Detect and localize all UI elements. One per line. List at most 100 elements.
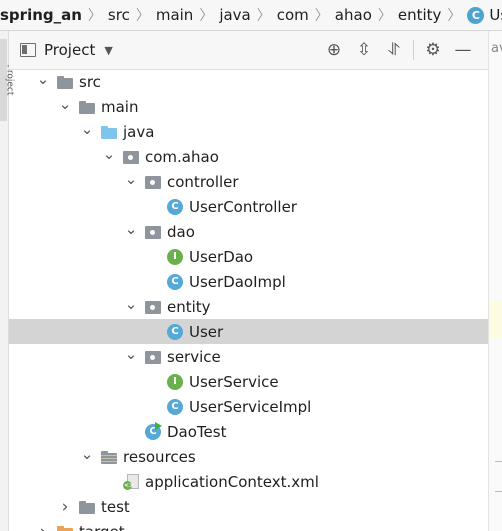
gutter-mark: [495, 491, 502, 492]
gutter-mark: [495, 461, 502, 462]
tree-node-label: resources: [123, 447, 196, 466]
tree-node-userdao[interactable]: I UserDao: [9, 244, 488, 269]
breadcrumb-item-src[interactable]: src: [108, 6, 130, 24]
class-icon: C: [166, 273, 184, 290]
breadcrumb-item-com[interactable]: com: [277, 6, 309, 24]
tree-node-entity[interactable]: ⌄ entity: [9, 294, 488, 319]
chevron-down-icon[interactable]: ⌄: [124, 170, 138, 188]
tree-node-main[interactable]: ⌄ main: [9, 94, 488, 119]
interface-icon: I: [166, 248, 184, 265]
tree-node-java[interactable]: ⌄ java: [9, 119, 488, 144]
breadcrumb-separator-icon: 〉: [447, 8, 462, 24]
breadcrumb-separator-icon: 〉: [135, 8, 150, 24]
chevron-right-icon[interactable]: ›: [36, 522, 50, 531]
test-class-icon: C: [144, 421, 162, 440]
chevron-down-icon[interactable]: ⌄: [102, 145, 116, 163]
tree-node-label: controller: [167, 172, 239, 191]
folder-icon: [78, 99, 96, 115]
tree-node-com-ahao[interactable]: ⌄ com.ahao: [9, 144, 488, 169]
tree-node-userservice[interactable]: I UserService: [9, 369, 488, 394]
folder-icon: [56, 74, 74, 90]
breadcrumb-separator-icon: 〉: [256, 8, 271, 24]
tree-node-test[interactable]: › test: [9, 494, 488, 519]
breadcrumb-item-entity[interactable]: entity: [398, 6, 442, 24]
project-panel-header: Project ▼ ⊕ ⇳ ⥯ ⚙ —: [9, 31, 488, 70]
chevron-right-icon[interactable]: ›: [58, 497, 72, 517]
breadcrumb-separator-icon: 〉: [314, 8, 329, 24]
tree-node-userdaoimpl[interactable]: C UserDaoImpl: [9, 269, 488, 294]
chevron-down-icon[interactable]: ⌄: [124, 220, 138, 238]
collapse-all-icon[interactable]: ⥯: [379, 35, 409, 65]
tree-node-label: service: [167, 347, 221, 366]
tree-node-dao[interactable]: ⌄ dao: [9, 219, 488, 244]
class-icon: C: [166, 198, 184, 215]
tree-node-label: UserController: [189, 197, 297, 216]
breadcrumb-item-main[interactable]: main: [156, 6, 193, 24]
toolbar-divider: [413, 40, 414, 60]
tree-node-target[interactable]: › target: [9, 519, 488, 531]
tree-node-label: UserServiceImpl: [189, 397, 312, 416]
class-badge-icon: C: [467, 6, 485, 24]
tree-node-label: DaoTest: [167, 422, 227, 441]
chevron-down-icon[interactable]: ⌄: [80, 445, 94, 463]
tree-node-usercontroller[interactable]: C UserController: [9, 194, 488, 219]
locate-icon[interactable]: ⊕: [319, 35, 349, 65]
tree-node-label: com.ahao: [145, 147, 219, 166]
breadcrumb-label: com: [276, 6, 309, 24]
folder-blue-icon: [100, 124, 118, 140]
chevron-down-icon[interactable]: ⌄: [124, 295, 138, 313]
tree-node-userserviceimpl[interactable]: C UserServiceImpl: [9, 394, 488, 419]
project-panel-toolbar: ⊕ ⇳ ⥯ ⚙ —: [319, 31, 478, 69]
folder-orange-icon: [56, 524, 74, 531]
chevron-down-icon[interactable]: ⌄: [80, 120, 94, 138]
chevron-down-icon[interactable]: ⌄: [58, 95, 72, 113]
tree-node-label: UserDao: [189, 247, 254, 266]
tree-node-resources[interactable]: ⌄ resources: [9, 444, 488, 469]
tree-node-label: User: [189, 322, 224, 341]
package-icon: [144, 174, 162, 190]
breadcrumb-label: User: [489, 6, 502, 24]
gear-icon[interactable]: ⚙: [418, 35, 448, 65]
tree-node-daotest[interactable]: C DaoTest: [9, 419, 488, 444]
tree-node-src[interactable]: ⌄ src: [9, 69, 488, 94]
folder-icon: [78, 499, 96, 515]
project-panel-title: Project: [44, 41, 96, 59]
tree-node-label: UserService: [189, 372, 279, 391]
breadcrumb-item-java[interactable]: java: [219, 6, 250, 24]
breadcrumb-label: entity: [397, 6, 442, 24]
tree-node-label: UserDaoImpl: [189, 272, 286, 291]
tree-node-label: entity: [167, 297, 211, 316]
breadcrumb-separator-icon: 〉: [87, 8, 102, 24]
class-icon: C: [166, 398, 184, 415]
package-icon: [144, 224, 162, 240]
tree-node-label: src: [79, 72, 101, 91]
expand-all-icon[interactable]: ⇳: [349, 35, 379, 65]
tree-node-controller[interactable]: ⌄ controller: [9, 169, 488, 194]
tree-node-label: java: [123, 122, 155, 141]
folder-resources-icon: [100, 449, 118, 465]
left-tool-window-strip: Project: [0, 31, 14, 531]
breadcrumb-item-ahao[interactable]: ahao: [335, 6, 372, 24]
tree-node-user[interactable]: C User: [9, 319, 488, 344]
chevron-down-icon[interactable]: ⌄: [36, 70, 50, 88]
breadcrumb-item-spring_an[interactable]: spring_an: [0, 6, 82, 24]
project-tree: ⌄ src ⌄ main ⌄ java ⌄ com.ahao ⌄ controller C UserC…: [9, 69, 488, 531]
tree-node-label: main: [101, 97, 139, 116]
tree-node-service[interactable]: ⌄ service: [9, 344, 488, 369]
spring-xml-icon: <>: [122, 473, 140, 490]
navigation-breadcrumb-bar: spring_an 〉 src 〉 main 〉 java 〉 com 〉 ahao 〉 entity 〉…: [0, 0, 502, 31]
chevron-down-icon[interactable]: ⌄: [124, 345, 138, 363]
editor-peek-text: av: [491, 41, 502, 56]
caret-down-icon[interactable]: ▼: [104, 44, 112, 57]
breadcrumb-separator-icon: 〉: [199, 8, 214, 24]
hide-icon[interactable]: —: [448, 35, 478, 65]
breadcrumb-item-User[interactable]: C User: [467, 6, 502, 24]
editor-line-highlight: [489, 301, 502, 337]
project-window-icon: [20, 43, 36, 57]
tree-node-applicationcontext-xml[interactable]: <> applicationContext.xml: [9, 469, 488, 494]
editor-edge: av: [488, 31, 502, 531]
breadcrumb-label: main: [155, 6, 194, 24]
package-icon: [144, 299, 162, 315]
project-tool-tab[interactable]: Project: [0, 39, 14, 121]
breadcrumb-label: ahao: [334, 6, 372, 24]
